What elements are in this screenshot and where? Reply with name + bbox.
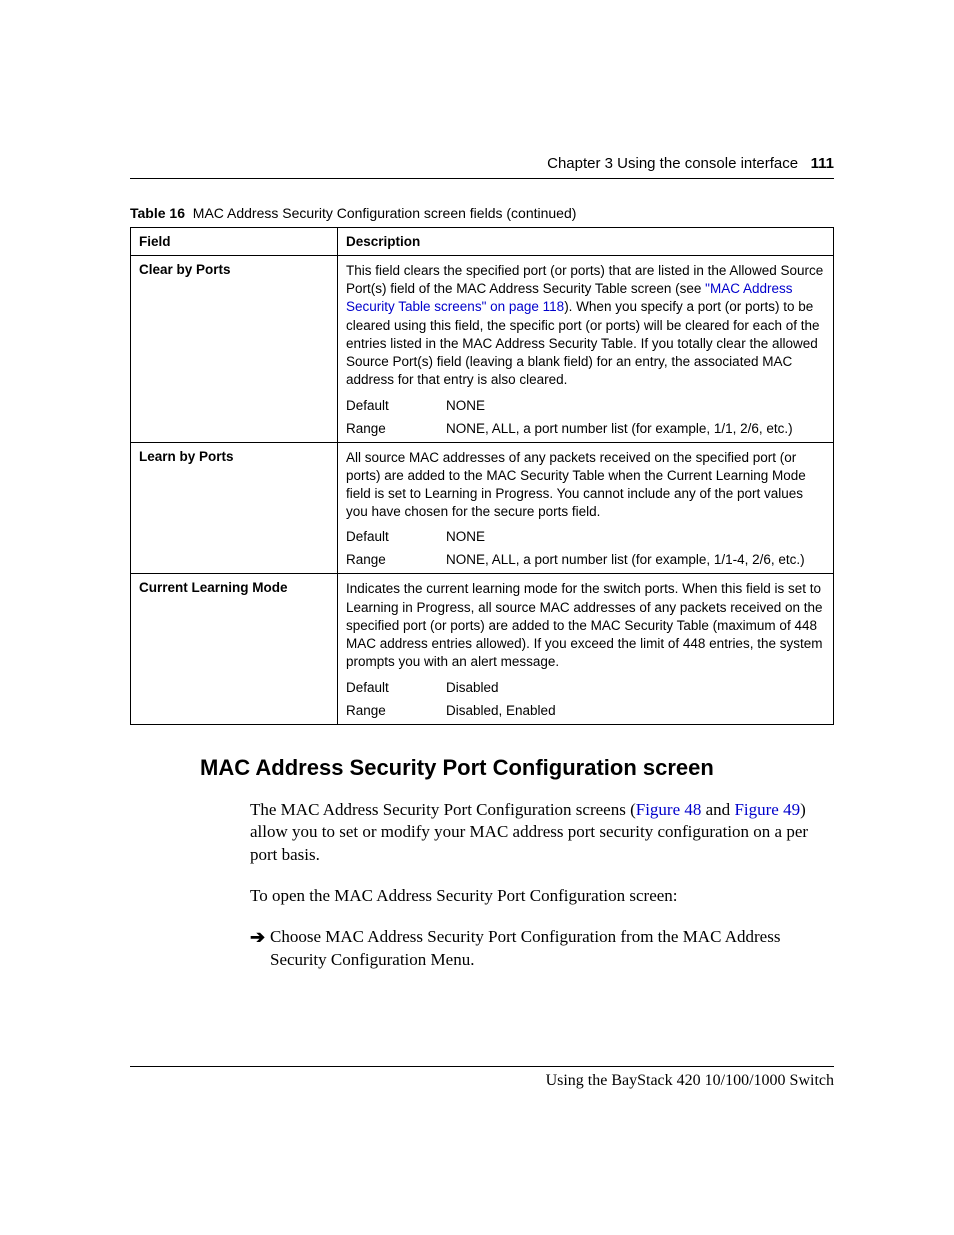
col-header-field: Field <box>131 228 338 256</box>
table-row: Learn by Ports All source MAC addresses … <box>131 442 834 574</box>
default-row: Default NONE <box>346 398 825 413</box>
header-rule <box>130 178 834 179</box>
col-header-description: Description <box>338 228 834 256</box>
section-heading: MAC Address Security Port Configuration … <box>200 755 834 781</box>
field-name: Current Learning Mode <box>131 574 338 724</box>
range-row: Range NONE, ALL, a port number list (for… <box>346 421 825 436</box>
footer-text: Using the BayStack 420 10/100/1000 Switc… <box>546 1072 834 1090</box>
step-text: Choose MAC Address Security Port Configu… <box>270 926 834 972</box>
table-title: MAC Address Security Configuration scree… <box>193 205 577 221</box>
procedure-step: ➔ Choose MAC Address Security Port Confi… <box>250 926 834 972</box>
chapter-label: Chapter 3 Using the console interface <box>547 155 798 172</box>
field-description: This field clears the specified port (or… <box>338 256 834 443</box>
table-caption: Table 16 MAC Address Security Configurat… <box>130 205 834 221</box>
link-figure-49[interactable]: Figure 49 <box>734 800 800 819</box>
range-row: Range Disabled, Enabled <box>346 703 825 718</box>
body-paragraph: To open the MAC Address Security Port Co… <box>250 885 834 908</box>
page-header: Chapter 3 Using the console interface 11… <box>547 155 834 172</box>
page: Chapter 3 Using the console interface 11… <box>0 0 954 1235</box>
link-figure-48[interactable]: Figure 48 <box>636 800 702 819</box>
table-row: Clear by Ports This field clears the spe… <box>131 256 834 443</box>
table-row: Current Learning Mode Indicates the curr… <box>131 574 834 724</box>
arrow-icon: ➔ <box>250 926 270 946</box>
field-name: Learn by Ports <box>131 442 338 574</box>
table-label: Table 16 <box>130 205 185 221</box>
range-row: Range NONE, ALL, a port number list (for… <box>346 552 825 567</box>
default-row: Default Disabled <box>346 680 825 695</box>
footer-rule <box>130 1066 834 1067</box>
body-paragraph: The MAC Address Security Port Configurat… <box>250 799 834 868</box>
field-description: Indicates the current learning mode for … <box>338 574 834 724</box>
fields-table: Field Description Clear by Ports This fi… <box>130 227 834 725</box>
field-description: All source MAC addresses of any packets … <box>338 442 834 574</box>
field-name: Clear by Ports <box>131 256 338 443</box>
page-number: 111 <box>811 155 834 172</box>
default-row: Default NONE <box>346 529 825 544</box>
